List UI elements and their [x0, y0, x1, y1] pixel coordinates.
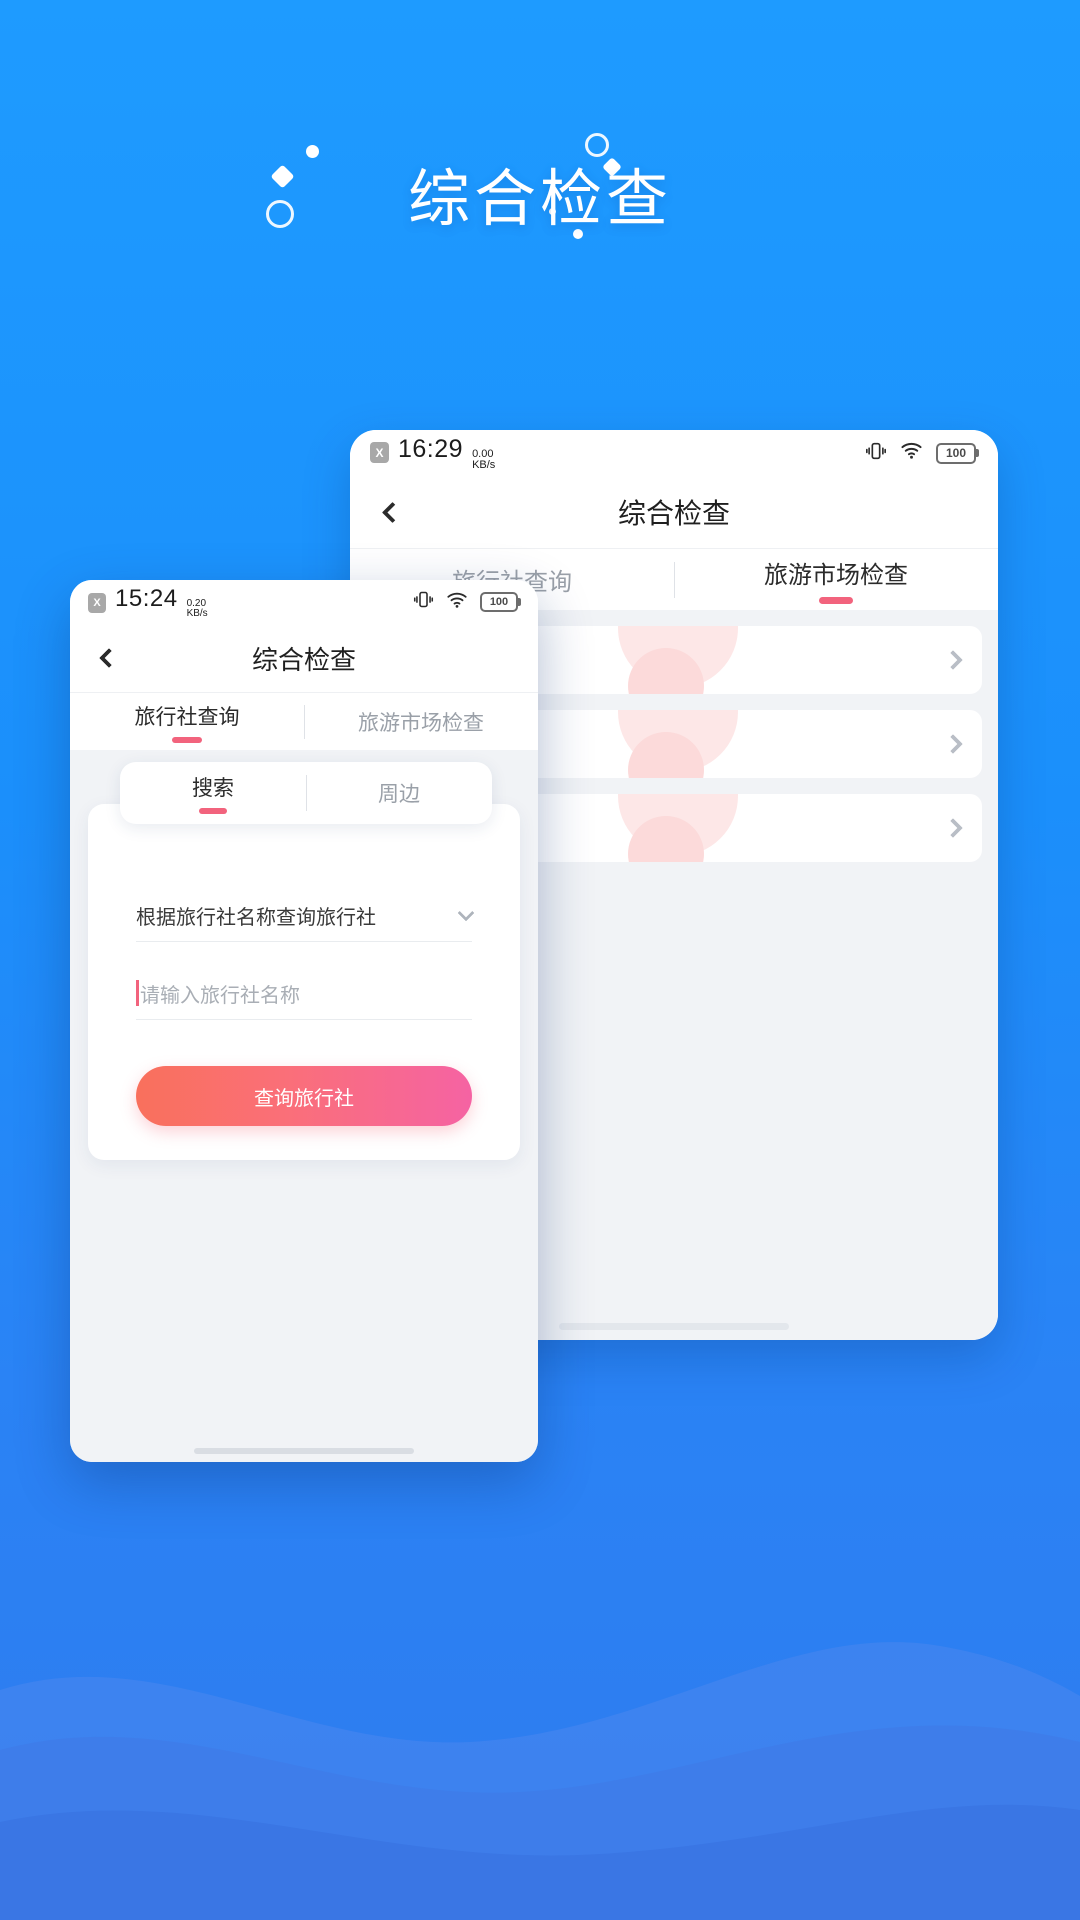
subtab-label: 周边 [378, 783, 420, 806]
nav-bar: 综合检查 [350, 476, 998, 548]
query-submit-label: 查询旅行社 [254, 1087, 354, 1110]
agency-name-input[interactable]: 请输入旅行社名称 [136, 968, 472, 1020]
tab-active-underline [172, 736, 202, 743]
status-bar: X 16:29 0.00 KB/s 100 [350, 430, 998, 476]
battery-indicator: 100 [480, 592, 518, 612]
chevron-down-icon [457, 904, 475, 921]
search-panel: 搜索 周边 根据旅行社名称查询旅行社 请输入旅行社名称 查询旅行社 [88, 762, 520, 1160]
sim-icon: X [370, 442, 389, 464]
query-type-select[interactable]: 根据旅行社名称查询旅行社 [136, 890, 475, 942]
network-speed: 0.00 KB/s [472, 448, 496, 471]
tab-active-underline [819, 597, 853, 604]
battery-level: 100 [945, 446, 967, 460]
nav-bar: 综合检查 [70, 624, 538, 692]
vibrate-icon [413, 589, 434, 615]
back-button[interactable] [362, 476, 422, 548]
background-waves [0, 1450, 1080, 1920]
network-speed-unit: KB/s [186, 608, 208, 619]
home-indicator [194, 1448, 414, 1454]
page-title: 综合检查 [407, 165, 672, 234]
home-indicator [559, 1323, 789, 1330]
subtab-search[interactable]: 搜索 [120, 762, 306, 824]
chevron-left-icon [381, 501, 403, 523]
tab-label: 旅游市场检查 [764, 562, 908, 589]
nav-title: 综合检查 [251, 644, 356, 675]
subtab-label: 搜索 [192, 777, 234, 800]
nav-title: 综合检查 [617, 498, 730, 529]
tab-label: 旅行社查询 [134, 705, 240, 729]
back-button[interactable] [80, 624, 138, 692]
battery-level: 100 [489, 596, 509, 608]
query-type-value: 根据旅行社名称查询旅行社 [136, 907, 376, 929]
vibrate-icon [865, 440, 887, 467]
hero-section: 综合检查 [0, 0, 1080, 330]
front-phone-content: 搜索 周边 根据旅行社名称查询旅行社 请输入旅行社名称 查询旅行社 [70, 750, 538, 1462]
status-time: 16:29 [398, 434, 464, 463]
chevron-right-icon [943, 734, 963, 754]
chevron-right-icon [943, 650, 963, 670]
network-speed: 0.20 KB/s [186, 598, 208, 619]
status-bar: X 15:24 0.20 KB/s 100 [70, 580, 538, 624]
status-time: 15:24 [115, 584, 178, 612]
battery-indicator: 100 [936, 442, 976, 464]
tab-tourism-market-inspection[interactable]: 旅游市场检查 [304, 693, 538, 750]
tab-bar: 旅行社查询 旅游市场检查 [70, 692, 538, 750]
tab-travel-agency-query[interactable]: 旅行社查询 [70, 693, 304, 750]
wifi-icon [900, 439, 923, 467]
subtab-nearby[interactable]: 周边 [306, 762, 492, 824]
agency-name-placeholder: 请输入旅行社名称 [140, 985, 300, 1007]
query-submit-button[interactable]: 查询旅行社 [136, 1066, 472, 1126]
sim-icon: X [88, 592, 106, 613]
chevron-left-icon [99, 648, 119, 668]
text-caret [136, 980, 139, 1006]
phone-mockup-front: X 15:24 0.20 KB/s 100 综合检查 旅行社查询 旅游市场检查 … [70, 580, 538, 1462]
tab-tourism-market-inspection[interactable]: 旅游市场检查 [674, 549, 998, 610]
tab-label: 旅游市场检查 [358, 711, 484, 735]
sub-tab-bar: 搜索 周边 [120, 762, 492, 824]
chevron-right-icon [943, 818, 963, 838]
wifi-icon [446, 589, 468, 616]
subtab-active-underline [199, 808, 227, 814]
network-speed-unit: KB/s [472, 459, 496, 471]
